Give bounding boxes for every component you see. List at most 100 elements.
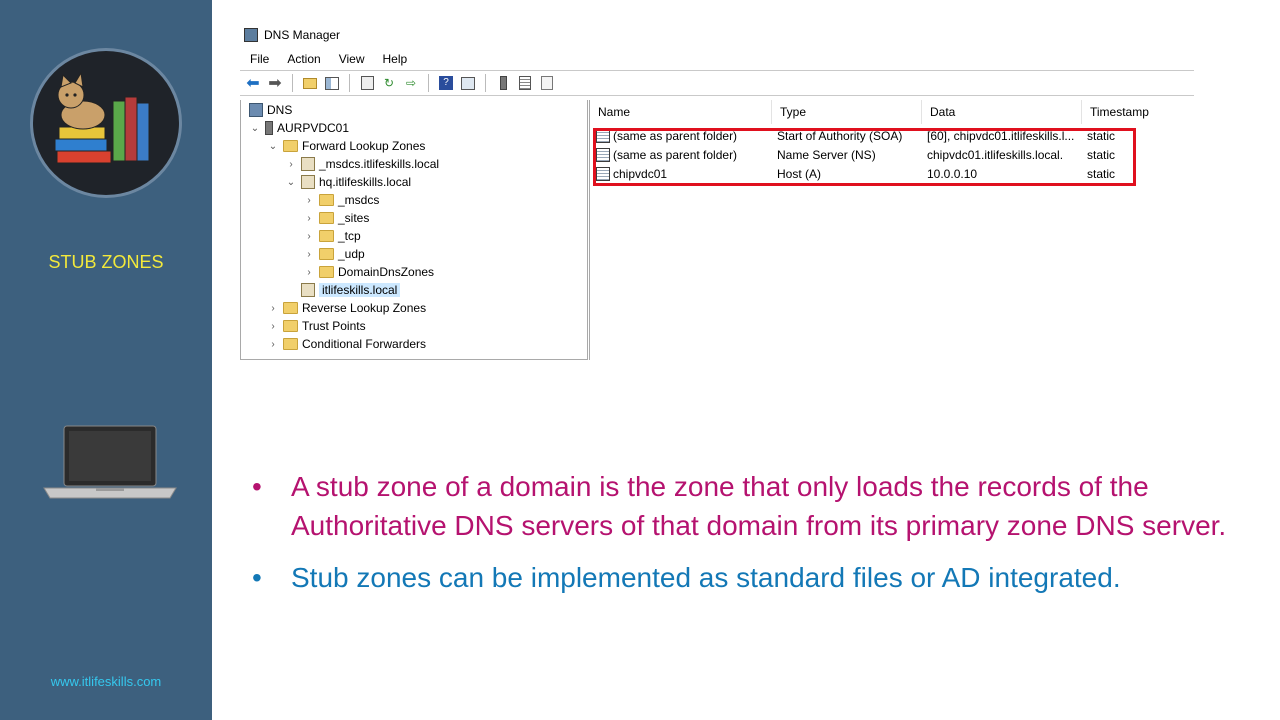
- bullet-item: • A stub zone of a domain is the zone th…: [252, 468, 1252, 545]
- tree-label: _udp: [338, 247, 365, 261]
- dns-icon: [249, 103, 263, 117]
- tree-label: itlifeskills.local: [319, 283, 401, 297]
- bullet-item: • Stub zones can be implemented as stand…: [252, 559, 1252, 598]
- tree-label: Forward Lookup Zones: [302, 139, 426, 153]
- cat-books-logo-icon: [54, 71, 150, 164]
- tree-item-stub-zone[interactable]: itlifeskills.local: [301, 281, 401, 299]
- chevron-right-icon[interactable]: ›: [303, 249, 315, 260]
- tree-item-hq-zone[interactable]: ⌄ hq.itlifeskills.local: [285, 173, 411, 191]
- chevron-down-icon[interactable]: ⌄: [285, 177, 297, 188]
- tree-item-tcp[interactable]: › _tcp: [303, 227, 361, 245]
- chevron-right-icon[interactable]: ›: [303, 195, 315, 206]
- tree-item-sites[interactable]: › _sites: [303, 209, 369, 227]
- tree-label: Conditional Forwarders: [302, 337, 427, 351]
- folder-icon: [283, 302, 298, 314]
- tree-item-trust-points[interactable]: › Trust Points: [267, 317, 366, 335]
- menu-action[interactable]: Action: [287, 52, 320, 66]
- menu-help[interactable]: Help: [383, 52, 408, 66]
- bullet-text: A stub zone of a domain is the zone that…: [291, 471, 1227, 541]
- folder-icon: [283, 320, 298, 332]
- dns-manager-app-icon: [244, 28, 258, 42]
- folder-icon: [319, 212, 334, 224]
- server-icon: [265, 121, 273, 135]
- folder-icon: [283, 140, 298, 152]
- chevron-right-icon[interactable]: ›: [267, 321, 279, 332]
- menu-file[interactable]: File: [250, 52, 269, 66]
- column-header-type[interactable]: Type: [772, 100, 922, 124]
- chevron-right-icon[interactable]: ›: [267, 303, 279, 314]
- window-titlebar: DNS Manager: [240, 22, 1194, 48]
- server-icon[interactable]: [494, 74, 512, 92]
- toolbar-separator: [292, 74, 293, 92]
- slide-bullets: • A stub zone of a domain is the zone th…: [252, 468, 1252, 598]
- toolbar: ⬅ ➡ ↻ ⇨ ?: [240, 70, 1194, 96]
- show-hide-tree-icon[interactable]: [323, 74, 341, 92]
- properties-icon[interactable]: [358, 74, 376, 92]
- highlight-box: [593, 128, 1136, 186]
- chevron-right-icon[interactable]: ›: [267, 339, 279, 350]
- toolbar-separator: [349, 74, 350, 92]
- tree-label: hq.itlifeskills.local: [319, 175, 412, 189]
- dns-manager-window: DNS Manager File Action View Help ⬅ ➡ ↻ …: [240, 22, 1194, 360]
- tree-label: _msdcs.itlifeskills.local: [319, 157, 440, 171]
- chevron-right-icon[interactable]: ›: [303, 267, 315, 278]
- folder-icon: [319, 194, 334, 206]
- toolbar-separator: [428, 74, 429, 92]
- bullet-dot-icon: •: [252, 471, 262, 502]
- chevron-down-icon[interactable]: ⌄: [267, 141, 279, 152]
- folder-icon: [319, 266, 334, 278]
- column-header-timestamp[interactable]: Timestamp: [1082, 100, 1195, 124]
- website-link[interactable]: www.itlifeskills.com: [0, 674, 212, 689]
- tree-item-msdcs[interactable]: › _msdcs: [303, 191, 379, 209]
- forward-arrow-icon[interactable]: ➡: [266, 74, 284, 92]
- tree-label: _msdcs: [338, 193, 380, 207]
- bullet-text: Stub zones can be implemented as standar…: [291, 562, 1121, 593]
- tree-item-udp[interactable]: › _udp: [303, 245, 365, 263]
- stub-zone-icon: [301, 283, 315, 297]
- back-arrow-icon[interactable]: ⬅: [244, 74, 262, 92]
- menu-bar: File Action View Help: [240, 48, 1194, 70]
- laptop-icon: [42, 424, 178, 504]
- tree-label: Trust Points: [302, 319, 366, 333]
- console-tree: DNS ⌄ AURPVDC01 ⌄ Forward Lookup Zones ›…: [240, 100, 588, 360]
- chevron-right-icon[interactable]: ›: [303, 231, 315, 242]
- tree-item-forward-lookup-zones[interactable]: ⌄ Forward Lookup Zones: [267, 137, 426, 155]
- tree-item-conditional-forwarders[interactable]: › Conditional Forwarders: [267, 335, 426, 353]
- toolbar-separator: [485, 74, 486, 92]
- column-header-name[interactable]: Name: [590, 100, 772, 124]
- folder-icon: [319, 248, 334, 260]
- export-list-icon[interactable]: ⇨: [402, 74, 420, 92]
- sidebar-title: STUB ZONES: [48, 252, 164, 272]
- tree-label: _sites: [338, 211, 370, 225]
- tree-label: Reverse Lookup Zones: [302, 301, 427, 315]
- logo: [30, 48, 182, 198]
- window-title: DNS Manager: [264, 28, 341, 42]
- folder-icon: [319, 230, 334, 242]
- bullet-dot-icon: •: [252, 562, 262, 593]
- tree-label: DNS: [267, 103, 293, 117]
- sidebar: STUB ZONES www.itlifeskills.com: [0, 0, 212, 720]
- action-pane-icon[interactable]: [459, 74, 477, 92]
- tree-item-domaindnszones[interactable]: › DomainDnsZones: [303, 263, 434, 281]
- menu-view[interactable]: View: [339, 52, 365, 66]
- tree-label: AURPVDC01: [277, 121, 350, 135]
- list-view-icon[interactable]: [516, 74, 534, 92]
- tree-item-server[interactable]: ⌄ AURPVDC01: [249, 119, 349, 137]
- help-icon[interactable]: ?: [437, 74, 455, 92]
- list-header: Name Type Data Timestamp: [590, 100, 1195, 124]
- refresh-icon[interactable]: ↻: [380, 74, 398, 92]
- up-folder-icon[interactable]: [301, 74, 319, 92]
- zone-icon: [301, 175, 315, 189]
- copy-icon[interactable]: [538, 74, 556, 92]
- tree-label: DomainDnsZones: [338, 265, 435, 279]
- zone-icon: [301, 157, 315, 171]
- tree-item-dns[interactable]: DNS: [249, 101, 292, 119]
- chevron-down-icon[interactable]: ⌄: [249, 123, 261, 134]
- column-header-data[interactable]: Data: [922, 100, 1082, 124]
- tree-item-reverse-lookup-zones[interactable]: › Reverse Lookup Zones: [267, 299, 426, 317]
- chevron-right-icon[interactable]: ›: [303, 213, 315, 224]
- tree-item-msdcs-zone[interactable]: › _msdcs.itlifeskills.local: [285, 155, 439, 173]
- tree-label: _tcp: [338, 229, 361, 243]
- chevron-right-icon[interactable]: ›: [285, 159, 297, 170]
- folder-icon: [283, 338, 298, 350]
